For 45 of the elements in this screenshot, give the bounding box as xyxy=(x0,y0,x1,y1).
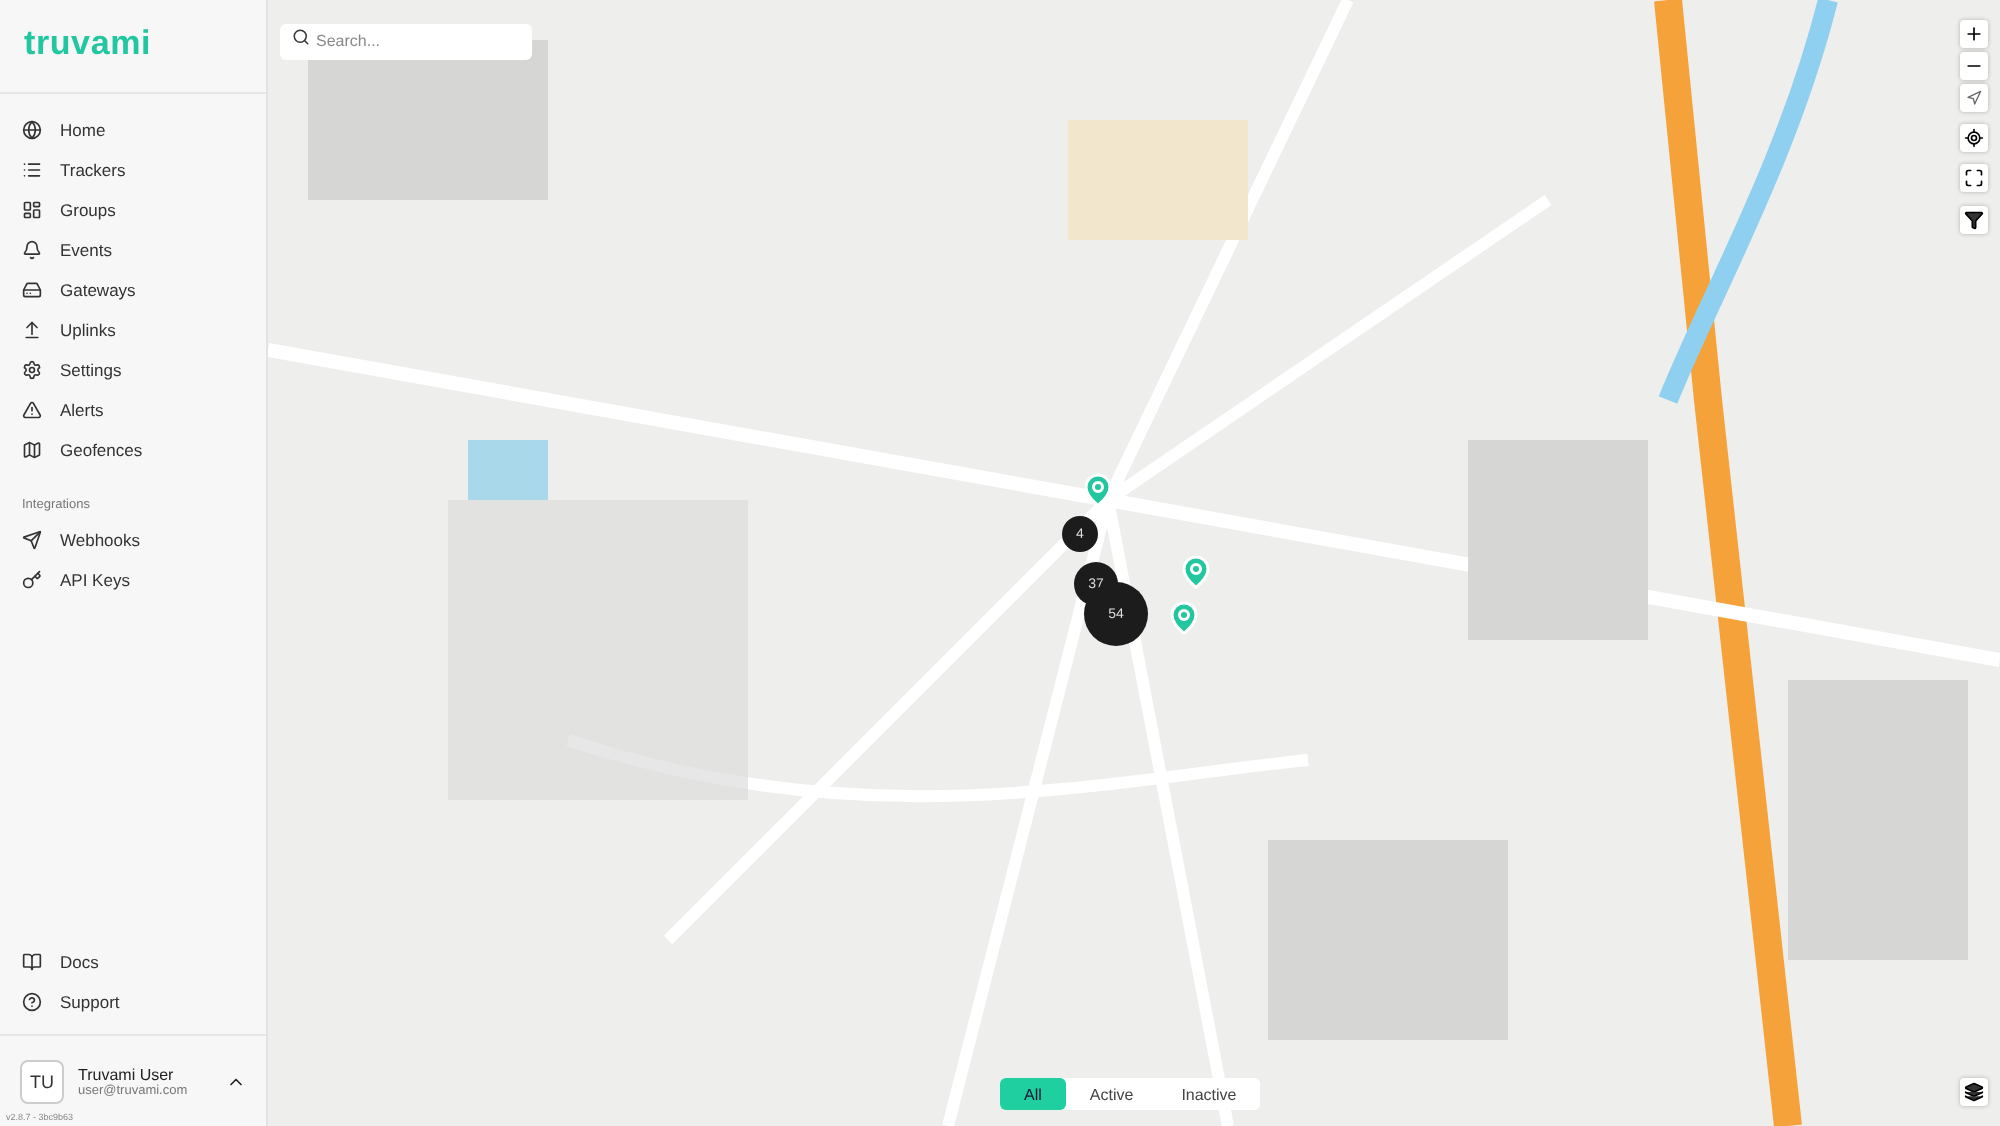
key-icon xyxy=(22,570,42,590)
send-icon xyxy=(22,530,42,550)
plus-icon xyxy=(1964,24,1984,44)
settings-icon xyxy=(22,360,42,380)
nav-item[interactable]: Uplinks xyxy=(0,310,266,350)
nav-item[interactable]: Home xyxy=(0,110,266,150)
user-name: Truvami User xyxy=(78,1066,176,1084)
nav-item[interactable]: Groups xyxy=(0,190,266,230)
locate-icon xyxy=(1964,128,1984,148)
zoom-in-button[interactable] xyxy=(1960,20,1988,48)
nav-item[interactable]: Trackers xyxy=(0,150,266,190)
user-avatar: TU xyxy=(20,1060,64,1104)
nav-item[interactable]: Gateways xyxy=(0,270,266,310)
zoom-out-button[interactable] xyxy=(1960,52,1988,80)
nav-item[interactable]: Docs xyxy=(0,942,266,982)
fullscreen-button[interactable] xyxy=(1960,164,1988,192)
filter-button[interactable] xyxy=(1960,206,1988,234)
nav-item[interactable]: Support xyxy=(0,982,266,1022)
fullscreen-icon xyxy=(1964,168,1984,188)
filter-icon xyxy=(1964,210,1984,230)
search-icon xyxy=(292,28,310,46)
upload-icon xyxy=(22,320,42,340)
nav-item[interactable]: Settings xyxy=(0,350,266,390)
filter-tab[interactable]: All xyxy=(1000,1078,1066,1110)
compass-icon xyxy=(1966,90,1982,106)
nav-item[interactable]: Alerts xyxy=(0,390,266,430)
layers-button[interactable] xyxy=(1960,1078,1988,1106)
brand-logo: truvami xyxy=(0,0,266,94)
nav-item[interactable]: API Keys xyxy=(0,560,266,600)
globe-icon xyxy=(22,120,42,140)
map-icon xyxy=(22,440,42,460)
nav-item[interactable]: Events xyxy=(0,230,266,270)
warning-icon xyxy=(22,400,42,420)
nav-item[interactable]: Webhooks xyxy=(0,520,266,560)
search-field[interactable]: Search... xyxy=(280,23,532,59)
layers-icon xyxy=(1964,1082,1984,1102)
bell-icon xyxy=(22,240,42,260)
drive-icon xyxy=(22,280,42,300)
nav-item[interactable]: Geofences xyxy=(0,430,266,470)
compass-button[interactable] xyxy=(1960,84,1988,112)
book-icon xyxy=(22,952,42,972)
list-icon xyxy=(22,160,42,180)
help-icon xyxy=(22,992,42,1012)
locate-button[interactable] xyxy=(1960,124,1988,152)
grid-icon xyxy=(22,200,42,220)
